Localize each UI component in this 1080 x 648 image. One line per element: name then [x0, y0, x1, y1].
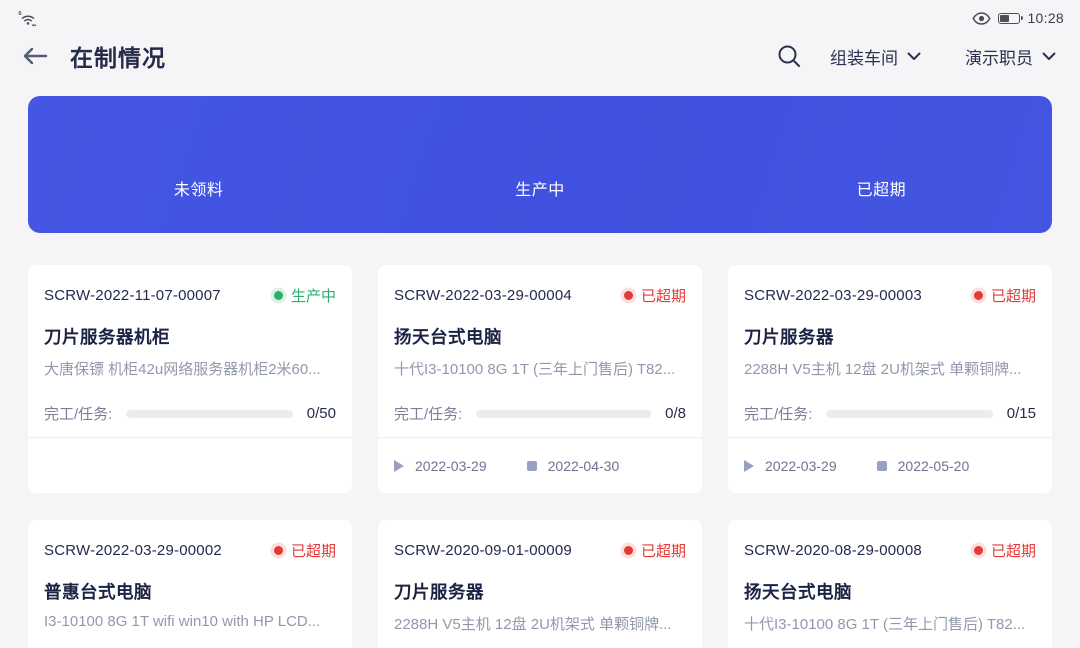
card-footer: 2022-03-29 2022-04-30 — [378, 437, 702, 493]
status-label: 已超期 — [641, 540, 686, 561]
svg-text:6: 6 — [19, 11, 22, 17]
summary-banner: 未领料 生产中 已超期 — [28, 96, 1052, 233]
order-number: SCRW-2020-08-29-00008 — [744, 542, 922, 559]
card-footer: 2022-03-29 2022-05-20 — [728, 437, 1052, 493]
status-label: 已超期 — [991, 540, 1036, 561]
status-badge: 已超期 — [624, 285, 686, 306]
status-badge: 已超期 — [274, 540, 336, 561]
product-spec: I3-10100 8G 1T wifi win10 with HP LCD... — [44, 613, 336, 630]
product-title: 刀片服务器机柜 — [44, 324, 336, 349]
product-spec: 大唐保镖 机柜42u网络服务器机柜2米60... — [44, 358, 336, 379]
work-order-list: SCRW-2022-11-07-00007 生产中 刀片服务器机柜 大唐保镖 机… — [28, 265, 1052, 648]
chevron-down-icon — [907, 52, 921, 61]
status-dot-icon — [974, 546, 983, 555]
progress-value: 0/8 — [665, 405, 686, 422]
status-dot-icon — [624, 291, 633, 300]
work-order-card[interactable]: SCRW-2020-08-29-00008 已超期 扬天台式电脑 十代I3-10… — [728, 520, 1052, 648]
status-label: 已超期 — [641, 285, 686, 306]
progress-label: 完工/任务: — [394, 403, 462, 424]
product-title: 刀片服务器 — [744, 324, 1036, 349]
progress-value: 0/15 — [1007, 405, 1036, 422]
status-label: 生产中 — [291, 285, 336, 306]
start-icon — [744, 460, 754, 472]
start-date: 2022-03-29 — [744, 458, 837, 474]
end-date: 2022-05-20 — [877, 458, 970, 474]
order-number: SCRW-2022-03-29-00003 — [744, 287, 922, 304]
stop-icon — [877, 461, 887, 471]
status-badge: 生产中 — [274, 285, 336, 306]
tab-overdue[interactable]: 已超期 — [711, 176, 1052, 233]
status-dot-icon — [974, 291, 983, 300]
status-time: 10:28 — [1027, 10, 1064, 26]
tab-in-production[interactable]: 生产中 — [369, 176, 710, 233]
order-number: SCRW-2022-11-07-00007 — [44, 287, 221, 304]
product-spec: 2288H V5主机 12盘 2U机架式 单颗铜牌... — [394, 613, 686, 634]
battery-icon — [998, 13, 1020, 24]
tab-unpicked-material[interactable]: 未领料 — [28, 176, 369, 233]
user-selector[interactable]: 演示职员 — [965, 44, 1056, 69]
eye-icon — [972, 12, 991, 25]
status-dot-icon — [274, 546, 283, 555]
status-bar: 6 10:28 — [0, 0, 1080, 30]
status-badge: 已超期 — [974, 285, 1036, 306]
workshop-selector[interactable]: 组装车间 — [830, 44, 921, 69]
user-selector-label: 演示职员 — [965, 44, 1033, 69]
order-number: SCRW-2022-03-29-00002 — [44, 542, 222, 559]
product-spec: 十代I3-10100 8G 1T (三年上门售后) T82... — [744, 613, 1036, 634]
status-label: 已超期 — [291, 540, 336, 561]
work-order-card[interactable]: SCRW-2022-03-29-00003 已超期 刀片服务器 2288H V5… — [728, 265, 1052, 493]
page-title: 在制情况 — [70, 39, 166, 73]
product-title: 扬天台式电脑 — [394, 324, 686, 349]
end-date: 2022-04-30 — [527, 458, 620, 474]
status-badge: 已超期 — [974, 540, 1036, 561]
product-spec: 十代I3-10100 8G 1T (三年上门售后) T82... — [394, 358, 686, 379]
search-icon[interactable] — [772, 39, 806, 73]
progress-bar — [126, 410, 292, 418]
product-spec: 2288H V5主机 12盘 2U机架式 单颗铜牌... — [744, 358, 1036, 379]
product-title: 普惠台式电脑 — [44, 579, 336, 604]
end-date-label: 2022-05-20 — [898, 458, 970, 474]
header: 在制情况 组装车间 演示职员 — [0, 30, 1080, 82]
work-order-card[interactable]: SCRW-2020-09-01-00009 已超期 刀片服务器 2288H V5… — [378, 520, 702, 648]
start-date-label: 2022-03-29 — [765, 458, 837, 474]
workshop-selector-label: 组装车间 — [830, 44, 898, 69]
progress-bar — [476, 410, 651, 418]
wifi-icon: 6 — [18, 10, 38, 27]
status-dot-icon — [624, 546, 633, 555]
status-dot-icon — [274, 291, 283, 300]
start-date-label: 2022-03-29 — [415, 458, 487, 474]
product-title: 扬天台式电脑 — [744, 579, 1036, 604]
progress-bar — [826, 410, 992, 418]
work-order-card[interactable]: SCRW-2022-03-29-00002 已超期 普惠台式电脑 I3-1010… — [28, 520, 352, 648]
product-title: 刀片服务器 — [394, 579, 686, 604]
end-date-label: 2022-04-30 — [548, 458, 620, 474]
back-button[interactable] — [20, 41, 50, 71]
chevron-down-icon — [1042, 52, 1056, 61]
status-label: 已超期 — [991, 285, 1036, 306]
card-footer — [28, 437, 352, 493]
order-number: SCRW-2020-09-01-00009 — [394, 542, 572, 559]
start-icon — [394, 460, 404, 472]
start-date: 2022-03-29 — [394, 458, 487, 474]
progress-label: 完工/任务: — [744, 403, 812, 424]
order-number: SCRW-2022-03-29-00004 — [394, 287, 572, 304]
stop-icon — [527, 461, 537, 471]
progress-label: 完工/任务: — [44, 403, 112, 424]
work-order-card[interactable]: SCRW-2022-11-07-00007 生产中 刀片服务器机柜 大唐保镖 机… — [28, 265, 352, 493]
progress-value: 0/50 — [307, 405, 336, 422]
work-order-card[interactable]: SCRW-2022-03-29-00004 已超期 扬天台式电脑 十代I3-10… — [378, 265, 702, 493]
status-badge: 已超期 — [624, 540, 686, 561]
